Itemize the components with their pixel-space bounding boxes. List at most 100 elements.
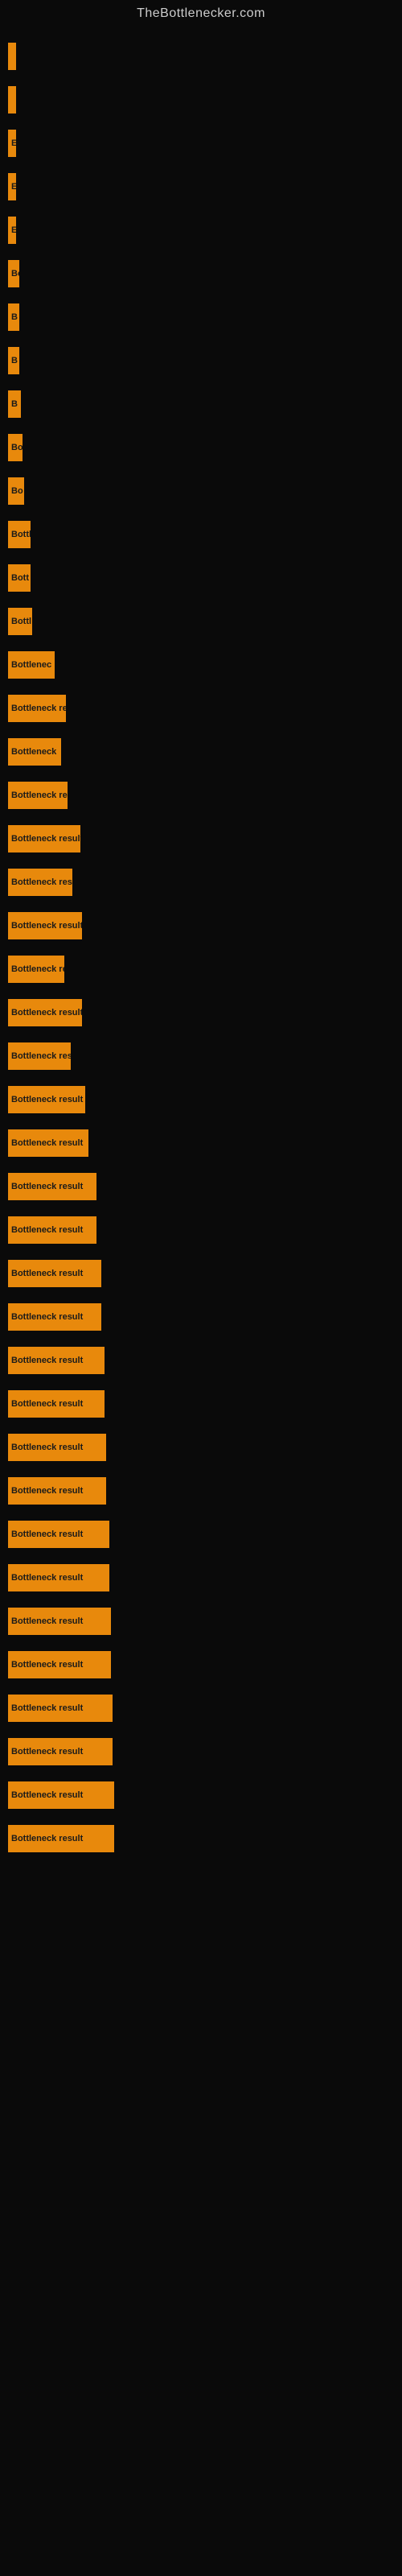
bar-row: Bottleneck resu bbox=[8, 774, 402, 816]
bar-label: B bbox=[11, 356, 18, 365]
bar-label: Bottleneck resu bbox=[11, 877, 72, 887]
bar-label: Bottl bbox=[11, 617, 31, 626]
bar-row: Bottleneck result bbox=[8, 1644, 402, 1686]
bar-row: Bottleneck resu bbox=[8, 1035, 402, 1077]
bar-item: Bottleneck res bbox=[8, 695, 66, 722]
bar-row: B bbox=[8, 340, 402, 382]
bar-item bbox=[8, 86, 16, 114]
bar-label: Bottleneck result bbox=[11, 1747, 83, 1757]
bar-row: Bottleneck result bbox=[8, 1209, 402, 1251]
bar-row: Bottleneck res bbox=[8, 687, 402, 729]
bar-item: E bbox=[8, 130, 16, 157]
bar-item: Bo bbox=[8, 434, 23, 461]
bar-row: B bbox=[8, 296, 402, 338]
bar-label: Bo bbox=[11, 486, 23, 496]
bar-item: Bottleneck result bbox=[8, 1738, 113, 1765]
bar-label: Bottleneck result bbox=[11, 921, 82, 931]
bar-row: Bottleneck result bbox=[8, 1383, 402, 1425]
bar-item: Bottleneck result bbox=[8, 825, 80, 852]
bar-row: Bottleneck re bbox=[8, 948, 402, 990]
bar-label: E bbox=[11, 225, 16, 235]
bar-row: Bottleneck bbox=[8, 731, 402, 773]
bar-label: Bottleneck result bbox=[11, 1312, 83, 1322]
bar-item: Bott bbox=[8, 564, 31, 592]
bar-label: Bott bbox=[11, 573, 29, 583]
bar-row: Bottleneck result bbox=[8, 1340, 402, 1381]
bar-row: Bottleneck result bbox=[8, 1296, 402, 1338]
bar-item: Bo bbox=[8, 260, 19, 287]
bar-row: Bottleneck result bbox=[8, 1687, 402, 1729]
bar-row: Bottleneck result bbox=[8, 1557, 402, 1599]
bar-label: Bottleneck resu bbox=[11, 791, 68, 800]
bar-row: Bottleneck result bbox=[8, 1774, 402, 1816]
bar-label: Bottleneck result bbox=[11, 1443, 83, 1452]
bar-item: Bottleneck resu bbox=[8, 782, 68, 809]
bar-label: Bo bbox=[11, 269, 19, 279]
bar-row: Bottleneck resu bbox=[8, 861, 402, 903]
bar-row: Bottleneck result bbox=[8, 905, 402, 947]
bar-item: B bbox=[8, 303, 19, 331]
bar-label: Bottleneck result bbox=[11, 1703, 83, 1713]
bar-label: Bottleneck result bbox=[11, 1095, 83, 1104]
bar-row: Bottleneck result bbox=[8, 1731, 402, 1773]
bar-row: Bottleneck result bbox=[8, 1513, 402, 1555]
bar-label: Bottleneck result bbox=[11, 1790, 83, 1800]
bar-item: Bottleneck result bbox=[8, 912, 82, 939]
bar-item: E bbox=[8, 173, 16, 200]
bar-item: B bbox=[8, 390, 21, 418]
bar-row: Bottleneck result bbox=[8, 1079, 402, 1121]
bar-label: Bottl bbox=[11, 530, 31, 539]
bar-row: Bottl bbox=[8, 601, 402, 642]
bar-row: Bottleneck result bbox=[8, 992, 402, 1034]
bar-label: Bottleneck bbox=[11, 747, 56, 757]
bar-row: Bottleneck result bbox=[8, 818, 402, 860]
bar-label: Bottleneck result bbox=[11, 1486, 83, 1496]
bar-label: Bottleneck result bbox=[11, 834, 80, 844]
bar-row: E bbox=[8, 209, 402, 251]
bar-label: B bbox=[11, 399, 18, 409]
bar-item: Bo bbox=[8, 477, 24, 505]
bar-item: Bottl bbox=[8, 521, 31, 548]
bar-row: Bott bbox=[8, 557, 402, 599]
bar-item: Bottleneck result bbox=[8, 999, 82, 1026]
bar-label: E bbox=[11, 182, 16, 192]
bar-label: Bottleneck result bbox=[11, 1356, 83, 1365]
bar-label: Bottleneck result bbox=[11, 1660, 83, 1670]
bar-label: Bottleneck res bbox=[11, 704, 66, 713]
bar-label: Bottleneck result bbox=[11, 1138, 83, 1148]
bar-item: Bottlenec bbox=[8, 651, 55, 679]
bar-row: Bottleneck result bbox=[8, 1470, 402, 1512]
bar-label: Bo bbox=[11, 443, 23, 452]
bar-row: Bo bbox=[8, 427, 402, 469]
bar-item: Bottleneck result bbox=[8, 1434, 106, 1461]
bar-item: Bottleneck result bbox=[8, 1390, 105, 1418]
bar-row bbox=[8, 35, 402, 77]
bar-item: E bbox=[8, 217, 16, 244]
bar-label: Bottleneck result bbox=[11, 1399, 83, 1409]
bar-row: Bottleneck result bbox=[8, 1166, 402, 1208]
bar-item: Bottleneck result bbox=[8, 1695, 113, 1722]
bar-item: Bottleneck result bbox=[8, 1651, 111, 1678]
bar-item: B bbox=[8, 347, 19, 374]
site-title-text: TheBottlenecker.com bbox=[0, 0, 402, 27]
bar-item: Bottleneck result bbox=[8, 1564, 109, 1591]
bar-item: Bottleneck resu bbox=[8, 869, 72, 896]
bar-row: Bottleneck result bbox=[8, 1122, 402, 1164]
bar-label: Bottleneck result bbox=[11, 1008, 82, 1018]
bar-row: Bottleneck result bbox=[8, 1818, 402, 1860]
bar-label: Bottleneck result bbox=[11, 1269, 83, 1278]
bar-row: Bottleneck result bbox=[8, 1253, 402, 1294]
bar-label: Bottlenec bbox=[11, 660, 51, 670]
bar-item: Bottl bbox=[8, 608, 32, 635]
bar-item: Bottleneck result bbox=[8, 1260, 101, 1287]
bar-item: Bottleneck result bbox=[8, 1173, 96, 1200]
bar-item: Bottleneck bbox=[8, 738, 61, 766]
bar-item: Bottleneck result bbox=[8, 1129, 88, 1157]
bar-item: Bottleneck result bbox=[8, 1216, 96, 1244]
bar-row bbox=[8, 79, 402, 121]
bar-label: Bottleneck result bbox=[11, 1616, 83, 1626]
bar-row: Bo bbox=[8, 253, 402, 295]
bar-item: Bottleneck result bbox=[8, 1825, 114, 1852]
bar-label: Bottleneck resu bbox=[11, 1051, 71, 1061]
bar-item bbox=[8, 43, 16, 70]
